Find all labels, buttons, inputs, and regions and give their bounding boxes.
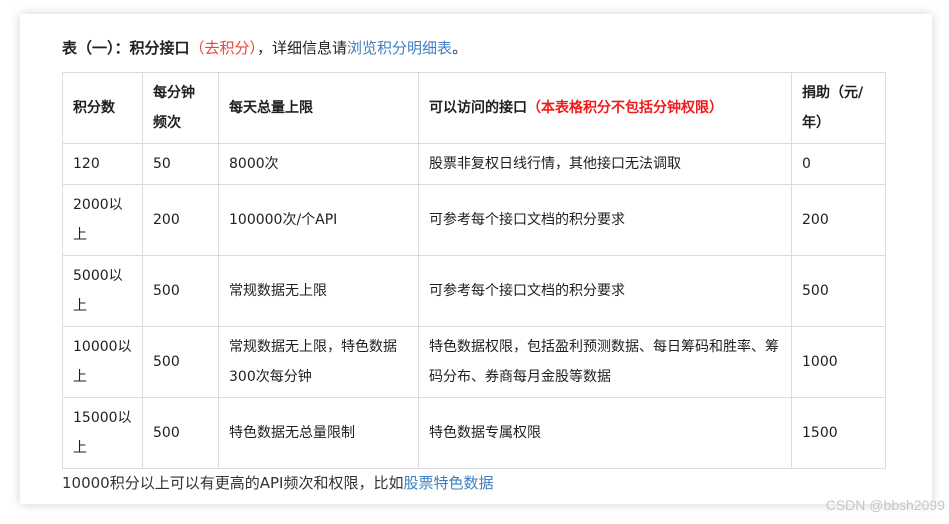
cell-apis: 特色数据权限，包括盈利预测数据、每日筹码和胜率、筹码分布、券商每月金股等数据	[418, 326, 792, 398]
cell-apis: 特色数据专属权限	[418, 397, 792, 469]
table-row: 15000以上 500 特色数据无总量限制 特色数据专属权限 1500	[62, 397, 886, 469]
cell-daily-limit: 常规数据无上限，特色数据300次每分钟	[218, 326, 419, 398]
table-header-row: 积分数 每分钟频次 每天总量上限 可以访问的接口（本表格积分不包括分钟权限） 捐…	[62, 72, 886, 144]
cell-per-minute: 200	[142, 184, 219, 256]
cell-daily-limit: 常规数据无上限	[218, 255, 419, 327]
header-apis-label: 可以访问的接口	[429, 100, 527, 116]
cell-per-minute: 500	[142, 326, 219, 398]
cell-apis: 股票非复权日线行情，其他接口无法调取	[418, 143, 792, 185]
footer-note: 10000积分以上可以有更高的API频次和权限，比如股票特色数据	[62, 472, 493, 494]
document-card: 表（一）：积分接口（去积分），详细信息请浏览积分明细表。 积分数 每分钟频次 每…	[20, 14, 932, 504]
table-caption: 表（一）：积分接口（去积分），详细信息请浏览积分明细表。	[62, 38, 467, 58]
table-row: 2000以上 200 100000次/个API 可参考每个接口文档的积分要求 2…	[62, 184, 886, 256]
header-points: 积分数	[62, 72, 143, 144]
caption-suffix: 。	[452, 39, 468, 57]
cell-per-minute: 500	[142, 255, 219, 327]
special-data-link[interactable]: 股票特色数据	[403, 474, 493, 492]
table-row: 5000以上 500 常规数据无上限 可参考每个接口文档的积分要求 500	[62, 255, 886, 327]
table-row: 120 50 8000次 股票非复权日线行情，其他接口无法调取 0	[62, 143, 886, 185]
footer-text: 10000积分以上可以有更高的API频次和权限，比如	[62, 474, 404, 492]
points-table: 积分数 每分钟频次 每天总量上限 可以访问的接口（本表格积分不包括分钟权限） 捐…	[62, 72, 886, 469]
cell-points: 120	[62, 143, 143, 185]
cell-daily-limit: 8000次	[218, 143, 419, 185]
cell-apis: 可参考每个接口文档的积分要求	[418, 184, 792, 256]
header-daily-limit: 每天总量上限	[218, 72, 419, 144]
cell-donation: 1000	[791, 326, 886, 398]
table-row: 10000以上 500 常规数据无上限，特色数据300次每分钟 特色数据权限，包…	[62, 326, 886, 398]
cell-daily-limit: 100000次/个API	[218, 184, 419, 256]
caption-prefix: 表（一）：积分接口	[62, 39, 190, 57]
get-points-link[interactable]: （去积分）	[190, 39, 258, 57]
points-detail-link[interactable]: 浏览积分明细表	[347, 39, 452, 57]
cell-points: 15000以上	[62, 397, 143, 469]
header-apis-note: （本表格积分不包括分钟权限）	[527, 100, 723, 116]
csdn-watermark: CSDN @bbsh2099	[825, 497, 945, 513]
cell-per-minute: 50	[142, 143, 219, 185]
cell-apis: 可参考每个接口文档的积分要求	[418, 255, 792, 327]
cell-donation: 1500	[791, 397, 886, 469]
cell-daily-limit: 特色数据无总量限制	[218, 397, 419, 469]
header-donation: 捐助（元/年）	[791, 72, 886, 144]
cell-points: 2000以上	[62, 184, 143, 256]
cell-points: 5000以上	[62, 255, 143, 327]
cell-points: 10000以上	[62, 326, 143, 398]
header-per-minute: 每分钟频次	[142, 72, 219, 144]
cell-donation: 0	[791, 143, 886, 185]
header-accessible-apis: 可以访问的接口（本表格积分不包括分钟权限）	[418, 72, 792, 144]
cell-donation: 500	[791, 255, 886, 327]
cell-donation: 200	[791, 184, 886, 256]
caption-middle: ，详细信息请	[257, 39, 348, 57]
cell-per-minute: 500	[142, 397, 219, 469]
